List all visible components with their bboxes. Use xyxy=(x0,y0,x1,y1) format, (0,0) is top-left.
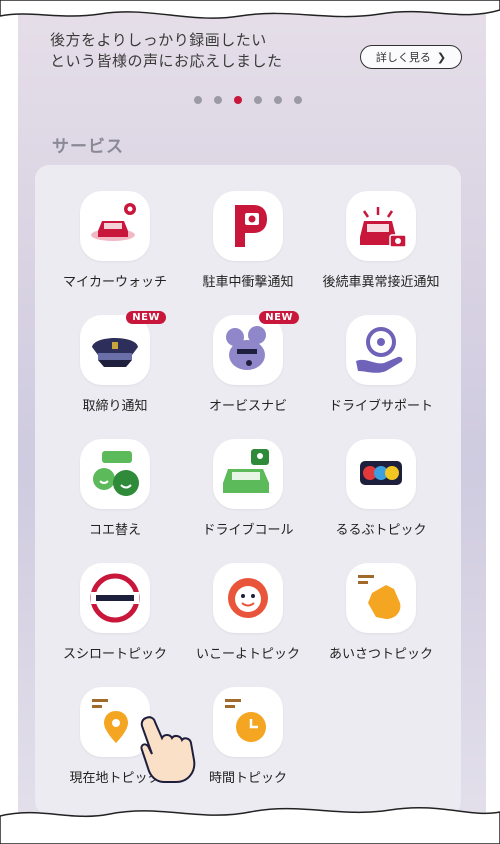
police-cap-icon: NEW xyxy=(80,311,166,385)
carousel-dot-active[interactable] xyxy=(234,96,242,104)
carousel-dot[interactable] xyxy=(214,96,222,104)
pointing-hand-icon xyxy=(140,716,196,783)
service-label: 取締り通知 xyxy=(82,399,148,414)
service-label: ドライブコール xyxy=(202,523,294,538)
new-badge: NEW xyxy=(126,311,166,324)
banner-line-2: という皆様の声にお応えしました xyxy=(50,52,283,70)
service-tile-iko-yo[interactable]: いこーよトピック xyxy=(178,563,318,662)
rurubu-icon xyxy=(346,439,416,509)
sushiro-icon xyxy=(80,563,150,633)
carousel-indicator xyxy=(194,96,302,104)
service-label: あいさつトピック xyxy=(328,647,433,662)
service-tile-sushiro[interactable]: スシロートピック xyxy=(45,563,185,662)
service-label: オービスナビ xyxy=(208,399,287,414)
rear-approach-icon xyxy=(346,191,416,261)
voice-change-icon xyxy=(80,439,150,509)
chevron-right-icon: ❯ xyxy=(436,50,447,64)
carousel-dot[interactable] xyxy=(254,96,262,104)
services-card: マイカーウォッチ 駐車中衝撃通知 後続車異常接近通知 NEW 取締り通知 NEW… xyxy=(35,165,461,815)
banner-text[interactable]: 後方をよりしっかり録画したい という皆様の声にお応えしました xyxy=(50,30,283,72)
section-title: サービス xyxy=(52,137,124,157)
steering-hand-icon xyxy=(346,315,416,385)
parking-shock-icon xyxy=(213,191,283,261)
car-watch-icon xyxy=(80,191,150,261)
service-label: るるぶトピック xyxy=(335,523,427,538)
detail-button[interactable]: 詳しく見る ❯ xyxy=(360,45,462,69)
new-badge: NEW xyxy=(259,311,299,324)
service-tile-voice-change[interactable]: コエ替え xyxy=(45,439,185,538)
service-tile-drive-support[interactable]: ドライブサポート xyxy=(311,315,451,414)
service-tile-rurubu[interactable]: るるぶトピック xyxy=(311,439,451,538)
service-label: コエ替え xyxy=(88,523,141,538)
torn-edge-top xyxy=(0,0,500,19)
service-tile-enforcement[interactable]: NEW 取締り通知 xyxy=(45,311,185,414)
service-tile-drive-call[interactable]: ドライブコール xyxy=(178,439,318,538)
service-tile-greeting[interactable]: あいさつトピック xyxy=(311,563,451,662)
torn-edge-bottom xyxy=(0,806,500,844)
carousel-dot[interactable] xyxy=(294,96,302,104)
clock-icon xyxy=(213,687,283,757)
detail-button-label: 詳しく見る xyxy=(375,51,431,64)
service-label: ドライブサポート xyxy=(328,399,433,414)
carousel-dot[interactable] xyxy=(194,96,202,104)
iko-yo-icon xyxy=(213,563,283,633)
banner-line-1: 後方をよりしっかり録画したい xyxy=(50,31,267,49)
service-tile-mycar-watch[interactable]: マイカーウォッチ xyxy=(45,191,185,290)
service-tile-orbis-navi[interactable]: NEW オービスナビ xyxy=(178,311,318,414)
service-label: マイカーウォッチ xyxy=(62,275,167,290)
mouse-orbis-icon: NEW xyxy=(213,311,299,385)
service-label: 駐車中衝撃通知 xyxy=(202,275,294,290)
service-label: 後続車異常接近通知 xyxy=(322,275,440,290)
drive-call-icon xyxy=(213,439,283,509)
carousel-dot[interactable] xyxy=(274,96,282,104)
service-label: スシロートピック xyxy=(62,647,167,662)
app-screen: 後方をよりしっかり録画したい という皆様の声にお応えしました 詳しく見る ❯ サ… xyxy=(18,0,486,844)
service-tile-rear-approach[interactable]: 後続車異常接近通知 xyxy=(311,191,451,290)
service-label: いこーよトピック xyxy=(195,647,300,662)
service-tile-parking-shock[interactable]: 駐車中衝撃通知 xyxy=(178,191,318,290)
waving-hand-icon xyxy=(346,563,416,633)
